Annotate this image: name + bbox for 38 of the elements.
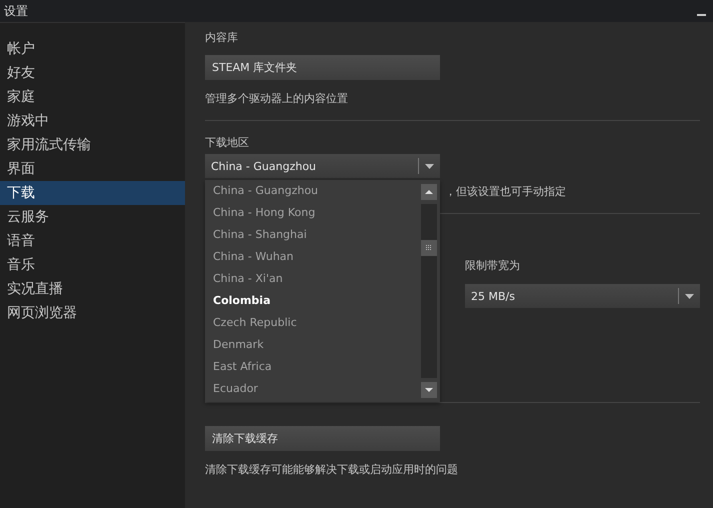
bandwidth-dropdown[interactable]: 25 MB/s xyxy=(465,284,700,308)
dropdown-option[interactable]: Czech Republic xyxy=(213,312,421,334)
sidebar-item[interactable]: 实况直播 xyxy=(0,277,185,301)
sidebar-item[interactable]: 家用流式传输 xyxy=(0,133,185,157)
dropdown-option[interactable]: Ecuador xyxy=(213,378,421,400)
description-text: 管理多个驱动器上的内容位置 xyxy=(205,91,349,107)
sidebar-item[interactable]: 游戏中 xyxy=(0,109,185,133)
dropdown-option[interactable]: China - Hong Kong xyxy=(213,202,421,224)
window-title: 设置 xyxy=(4,2,28,20)
sidebar-item[interactable]: 网页浏览器 xyxy=(0,301,185,325)
dropdown-option[interactable]: China - Xi'an xyxy=(213,268,421,290)
section-heading: 内容库 xyxy=(205,30,239,46)
description-text: 清除下载缓存可能能够解决下载或启动应用时的问题 xyxy=(205,462,459,478)
library-folders-button[interactable]: STEAM 库文件夹 xyxy=(205,55,440,80)
section-heading: 下载地区 xyxy=(205,135,250,151)
region-dropdown[interactable]: China - Guangzhou xyxy=(205,154,440,178)
hint-text: ，但该设置也可手动指定 xyxy=(445,185,566,198)
sidebar-item[interactable]: 下载 xyxy=(0,181,185,205)
caret-icon xyxy=(425,164,434,168)
scroll-down-icon[interactable] xyxy=(421,382,437,398)
sidebar-item[interactable]: 音乐 xyxy=(0,253,185,277)
bandwidth-label: 限制带宽为 xyxy=(465,258,521,274)
sidebar-item[interactable]: 界面 xyxy=(0,157,185,181)
dropdown-option[interactable]: Denmark xyxy=(213,334,421,356)
scroll-thumb[interactable] xyxy=(421,240,437,256)
dropdown-option[interactable]: East Africa xyxy=(213,356,421,378)
sidebar-item[interactable]: 家庭 xyxy=(0,85,185,109)
sidebar-item[interactable]: 语音 xyxy=(0,229,185,253)
sidebar-item[interactable]: 帐户 xyxy=(0,37,185,61)
clear-cache-button[interactable]: 清除下载缓存 xyxy=(205,426,440,451)
dropdown-option[interactable]: China - Wuhan xyxy=(213,246,421,268)
dropdown-option[interactable]: China - Guangzhou xyxy=(213,180,421,202)
sidebar-item[interactable]: 好友 xyxy=(0,61,185,85)
sidebar-item[interactable]: 云服务 xyxy=(0,205,185,229)
caret-icon xyxy=(685,294,694,298)
dropdown-option[interactable]: Colombia xyxy=(213,290,421,312)
scroll-up-icon[interactable] xyxy=(421,184,437,200)
dropdown-option[interactable]: China - Shanghai xyxy=(213,224,421,246)
